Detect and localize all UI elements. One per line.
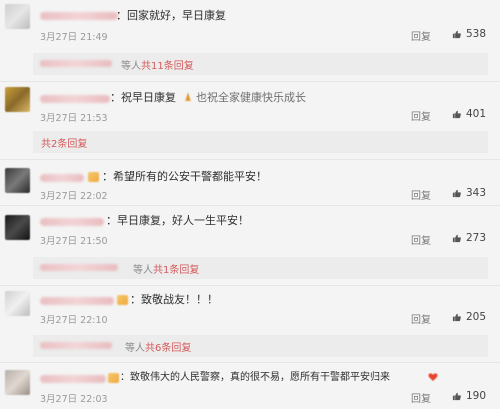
- comment-time: 3月27日 21:49: [40, 32, 108, 43]
- reply-button[interactable]: 回复: [411, 232, 431, 247]
- replies-summary-text: 等人共1条回复: [133, 261, 199, 276]
- reply-user-names: [40, 342, 112, 349]
- replies-prefix: 等人: [121, 61, 141, 72]
- reply-button[interactable]: 回复: [411, 311, 431, 326]
- commenter-name[interactable]: [40, 218, 104, 226]
- divider: [0, 159, 500, 160]
- divider: [0, 362, 500, 363]
- comment-text: ：致敬战友！！！: [130, 293, 218, 306]
- replies-prefix: 等人: [125, 343, 145, 354]
- like-count: 190: [466, 390, 487, 402]
- replies-link[interactable]: 共6条回复: [145, 343, 191, 354]
- replies-summary-text: 共2条回复: [41, 135, 87, 150]
- replies-summary[interactable]: 等人共11条回复: [33, 53, 488, 75]
- thumb-up-icon[interactable]: [452, 234, 461, 243]
- commenter-name[interactable]: [40, 375, 106, 383]
- like-count: 343: [466, 187, 487, 199]
- comment-time: 3月27日 21:53: [40, 113, 108, 124]
- avatar[interactable]: [5, 215, 30, 240]
- reply-user-names: [40, 264, 118, 271]
- replies-summary-text: 等人共6条回复: [125, 339, 191, 354]
- reply-button[interactable]: 回复: [411, 108, 431, 123]
- divider: [0, 285, 500, 286]
- replies-link[interactable]: 共11条回复: [141, 61, 194, 72]
- member-badge-icon: [117, 295, 128, 305]
- replies-summary-text: 等人共11条回复: [121, 57, 194, 72]
- like-count: 401: [466, 108, 487, 120]
- divider: [0, 205, 500, 206]
- comment-text: ：早日康复，好人一生平安！: [106, 214, 249, 227]
- comment-text: ：希望所有的公安干警都能平安！: [102, 170, 267, 183]
- praying-hands-emoji: [185, 93, 191, 101]
- thumb-up-icon[interactable]: [452, 189, 461, 198]
- comment-feed: ：回家就好，早日康复 3月27日 21:49 回复 538 等人共11条回复 ：…: [0, 0, 500, 409]
- commenter-name[interactable]: [40, 95, 110, 103]
- avatar[interactable]: [5, 4, 30, 29]
- thumb-up-icon[interactable]: [452, 30, 461, 39]
- reply-button[interactable]: 回复: [411, 187, 431, 202]
- replies-link[interactable]: 共2条回复: [41, 139, 87, 150]
- commenter-name[interactable]: [40, 12, 118, 20]
- reply-button[interactable]: 回复: [411, 390, 431, 405]
- like-count: 205: [466, 311, 487, 323]
- comment-time: 3月27日 22:02: [40, 191, 108, 202]
- reply-button[interactable]: 回复: [411, 28, 431, 43]
- comment-text: ：回家就好，早日康复: [116, 9, 226, 22]
- commenter-name[interactable]: [40, 174, 84, 182]
- thumb-up-icon[interactable]: [452, 110, 461, 119]
- thumb-up-icon[interactable]: [452, 313, 461, 322]
- comment-time: 3月27日 22:10: [40, 315, 108, 326]
- avatar[interactable]: [5, 87, 30, 112]
- reply-user-names: [40, 60, 112, 67]
- divider: [0, 81, 500, 82]
- replies-summary[interactable]: 等人共1条回复: [33, 257, 488, 279]
- comment-text: ：祝早日康复: [110, 91, 176, 104]
- replies-link[interactable]: 共1条回复: [153, 265, 199, 276]
- comment-text-continued: 也祝全家健康快乐成长: [196, 91, 306, 104]
- avatar[interactable]: [5, 291, 30, 316]
- like-count: 273: [466, 232, 487, 244]
- thumb-up-icon[interactable]: [452, 392, 461, 401]
- comment-text: ：致敬伟大的人民警察，真的很不易，愿所有干警都平安归来: [120, 372, 390, 383]
- commenter-name[interactable]: [40, 297, 114, 305]
- comment-time: 3月27日 22:03: [40, 394, 108, 405]
- member-badge-icon: [88, 172, 99, 182]
- replies-prefix: 等人: [133, 265, 153, 276]
- replies-summary[interactable]: 共2条回复: [33, 131, 488, 153]
- heart-emoji: [428, 373, 438, 381]
- member-badge-icon: [108, 373, 119, 383]
- comment-time: 3月27日 21:50: [40, 236, 108, 247]
- like-count: 538: [466, 28, 487, 40]
- avatar[interactable]: [5, 370, 30, 395]
- avatar[interactable]: [5, 168, 30, 193]
- replies-summary[interactable]: 等人共6条回复: [33, 335, 488, 357]
